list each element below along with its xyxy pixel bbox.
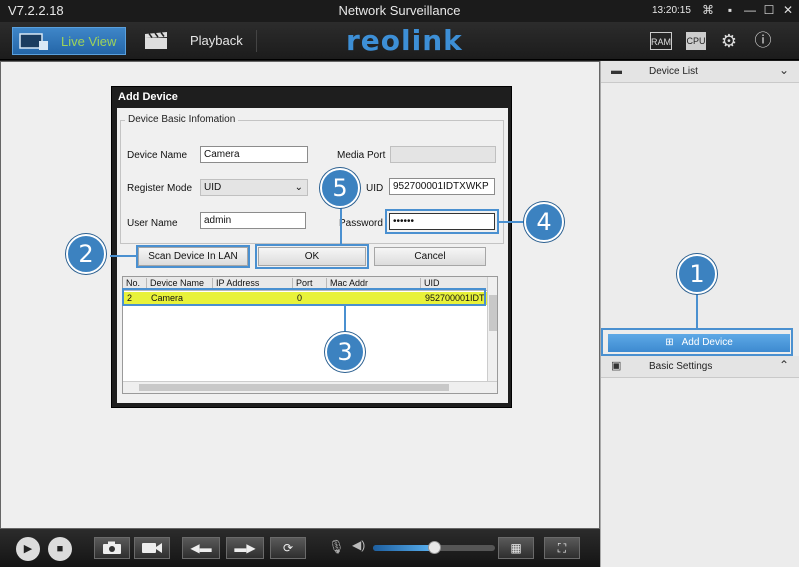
password-label: Password: [339, 218, 383, 229]
layout-button[interactable]: ▦: [498, 537, 534, 559]
callout-1-line: [696, 292, 698, 329]
pin-icon[interactable]: ▪: [722, 2, 738, 18]
basic-settings-label: Basic Settings: [649, 361, 713, 372]
main-toolbar: Live View Playback reolink RAM CPU ⚙ ⓘ: [0, 22, 799, 60]
microphone-icon[interactable]: 🎙: [328, 539, 345, 555]
register-mode-select[interactable]: UID ⌄: [200, 179, 308, 196]
chevron-down-icon: ⌄: [779, 63, 790, 77]
clapperboard-icon: [145, 32, 167, 49]
callout-1: 1: [677, 254, 717, 294]
device-list-label: Device List: [649, 66, 698, 77]
uid-label: UID: [366, 183, 384, 194]
next-button[interactable]: ▬▶: [226, 537, 264, 559]
callout-4: 4: [524, 202, 564, 242]
password-highlight: [385, 209, 499, 234]
clock: 13:20:15: [652, 5, 691, 16]
media-port-input[interactable]: [390, 146, 496, 163]
callout-2-line: [110, 255, 138, 257]
camera-icon: [103, 541, 121, 554]
info-icon[interactable]: ⓘ: [752, 32, 774, 50]
callout-4-line: [499, 221, 525, 223]
gear-icon[interactable]: ⚙: [718, 32, 740, 50]
playback-controls: ▶ ■ ◀▬ ▬▶ ⟳ 🎙 ◀) ▦ ⛶: [0, 529, 600, 567]
callout-5-line: [340, 206, 342, 246]
row-highlight: [122, 288, 486, 306]
group-label: Device Basic Infomation: [125, 114, 239, 125]
cpu-icon[interactable]: CPU: [686, 32, 706, 50]
ok-button[interactable]: OK: [258, 247, 366, 266]
previous-button[interactable]: ◀▬: [182, 537, 220, 559]
tab-playback[interactable]: Playback: [134, 27, 256, 55]
video-camera-icon: [142, 543, 162, 553]
chevron-down-icon: ⌄: [294, 182, 303, 193]
camera-settings-icon: ▣: [611, 360, 622, 372]
reolink-logo: reolink: [346, 24, 463, 57]
tab-live-view[interactable]: Live View: [12, 27, 126, 55]
dialog-title: Add Device: [118, 91, 178, 103]
tab-playback-label: Playback: [190, 33, 243, 48]
uid-input[interactable]: 952700001IDTXWKP: [389, 178, 495, 195]
user-name-label: User Name: [127, 218, 178, 229]
device-name-input[interactable]: Camera: [200, 146, 308, 163]
horizontal-scroll-thumb[interactable]: [139, 384, 449, 391]
callout-3: 3: [325, 332, 365, 372]
tab-live-view-label: Live View: [61, 34, 117, 49]
basic-settings-header[interactable]: ▣ Basic Settings ⌃: [601, 356, 799, 378]
speaker-icon[interactable]: ◀): [352, 538, 365, 552]
close-button[interactable]: ✕: [780, 2, 796, 18]
volume-slider-handle[interactable]: [428, 541, 441, 554]
scan-device-button[interactable]: Scan Device In LAN: [138, 247, 248, 266]
sync-button[interactable]: ⟳: [270, 537, 306, 559]
user-name-input[interactable]: admin: [200, 212, 306, 229]
add-device-label: Add Device: [681, 337, 733, 348]
media-port-label: Media Port: [337, 150, 386, 161]
device-name-label: Device Name: [127, 150, 188, 161]
title-bar: V7.2.2.18 Network Surveillance 13:20:15 …: [0, 0, 799, 22]
snapshot-button[interactable]: [94, 537, 130, 559]
minimize-button[interactable]: —: [742, 2, 758, 18]
fullscreen-button[interactable]: ⛶: [544, 537, 580, 559]
device-list-header[interactable]: ▬ Device List ⌄: [601, 61, 799, 83]
chevron-up-icon: ⌃: [779, 358, 790, 372]
record-button[interactable]: [134, 537, 170, 559]
sidebar: ▬ Device List ⌄ ▣ Basic Settings ⌃: [600, 61, 799, 567]
vertical-scroll-thumb[interactable]: [489, 295, 497, 331]
register-mode-value: UID: [204, 182, 222, 193]
play-button[interactable]: ▶: [16, 537, 40, 561]
maximize-button[interactable]: ☐: [761, 2, 777, 18]
callout-2: 2: [66, 234, 106, 274]
monitor-icon: [19, 33, 48, 50]
add-device-button[interactable]: ⊞ Add Device: [608, 334, 790, 352]
volume-slider-fill: [373, 545, 434, 551]
toolbar-divider: [256, 30, 257, 52]
stop-button[interactable]: ■: [48, 537, 72, 561]
ram-icon[interactable]: RAM: [650, 32, 672, 50]
cancel-button[interactable]: Cancel: [374, 247, 486, 266]
device-list-icon: ▬: [611, 65, 622, 77]
network-icon[interactable]: ⌘: [700, 2, 716, 18]
register-mode-label: Register Mode: [127, 183, 193, 194]
add-icon: ⊞: [665, 337, 674, 348]
callout-3-line: [344, 306, 346, 334]
callout-5: 5: [320, 168, 360, 208]
